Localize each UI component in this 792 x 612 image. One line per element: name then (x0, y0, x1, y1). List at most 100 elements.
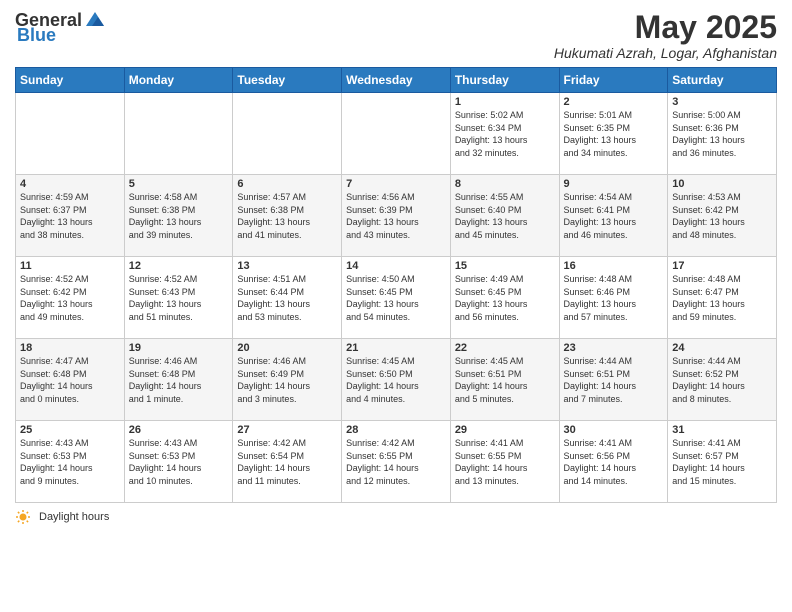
day-number: 23 (564, 342, 664, 354)
day-info: Sunrise: 4:41 AM Sunset: 6:57 PM Dayligh… (672, 437, 772, 487)
day-info: Sunrise: 4:54 AM Sunset: 6:41 PM Dayligh… (564, 191, 664, 241)
calendar-cell: 31Sunrise: 4:41 AM Sunset: 6:57 PM Dayli… (668, 421, 777, 503)
day-info: Sunrise: 4:55 AM Sunset: 6:40 PM Dayligh… (455, 191, 555, 241)
calendar-cell: 30Sunrise: 4:41 AM Sunset: 6:56 PM Dayli… (559, 421, 668, 503)
day-info: Sunrise: 4:41 AM Sunset: 6:55 PM Dayligh… (455, 437, 555, 487)
calendar-cell: 4Sunrise: 4:59 AM Sunset: 6:37 PM Daylig… (16, 175, 125, 257)
calendar-cell: 14Sunrise: 4:50 AM Sunset: 6:45 PM Dayli… (342, 257, 451, 339)
day-number: 29 (455, 424, 555, 436)
calendar-week-2: 4Sunrise: 4:59 AM Sunset: 6:37 PM Daylig… (16, 175, 777, 257)
day-number: 3 (672, 96, 772, 108)
day-info: Sunrise: 4:41 AM Sunset: 6:56 PM Dayligh… (564, 437, 664, 487)
day-info: Sunrise: 4:42 AM Sunset: 6:54 PM Dayligh… (237, 437, 337, 487)
day-number: 13 (237, 260, 337, 272)
day-info: Sunrise: 4:59 AM Sunset: 6:37 PM Dayligh… (20, 191, 120, 241)
calendar-cell: 2Sunrise: 5:01 AM Sunset: 6:35 PM Daylig… (559, 93, 668, 175)
day-number: 21 (346, 342, 446, 354)
day-number: 22 (455, 342, 555, 354)
day-number: 6 (237, 178, 337, 190)
day-header-tuesday: Tuesday (233, 68, 342, 93)
day-number: 30 (564, 424, 664, 436)
day-number: 8 (455, 178, 555, 190)
calendar-week-4: 18Sunrise: 4:47 AM Sunset: 6:48 PM Dayli… (16, 339, 777, 421)
day-number: 17 (672, 260, 772, 272)
title-section: May 2025 Hukumati Azrah, Logar, Afghanis… (554, 10, 777, 61)
day-info: Sunrise: 4:57 AM Sunset: 6:38 PM Dayligh… (237, 191, 337, 241)
calendar-cell: 1Sunrise: 5:02 AM Sunset: 6:34 PM Daylig… (450, 93, 559, 175)
calendar-cell: 7Sunrise: 4:56 AM Sunset: 6:39 PM Daylig… (342, 175, 451, 257)
calendar-cell: 23Sunrise: 4:44 AM Sunset: 6:51 PM Dayli… (559, 339, 668, 421)
day-number: 18 (20, 342, 120, 354)
day-number: 12 (129, 260, 229, 272)
calendar-cell: 24Sunrise: 4:44 AM Sunset: 6:52 PM Dayli… (668, 339, 777, 421)
day-info: Sunrise: 4:46 AM Sunset: 6:49 PM Dayligh… (237, 355, 337, 405)
day-info: Sunrise: 5:02 AM Sunset: 6:34 PM Dayligh… (455, 109, 555, 159)
day-info: Sunrise: 5:01 AM Sunset: 6:35 PM Dayligh… (564, 109, 664, 159)
day-info: Sunrise: 5:00 AM Sunset: 6:36 PM Dayligh… (672, 109, 772, 159)
day-number: 10 (672, 178, 772, 190)
day-info: Sunrise: 4:51 AM Sunset: 6:44 PM Dayligh… (237, 273, 337, 323)
day-number: 7 (346, 178, 446, 190)
day-info: Sunrise: 4:45 AM Sunset: 6:50 PM Dayligh… (346, 355, 446, 405)
day-number: 26 (129, 424, 229, 436)
calendar-cell: 27Sunrise: 4:42 AM Sunset: 6:54 PM Dayli… (233, 421, 342, 503)
calendar-week-3: 11Sunrise: 4:52 AM Sunset: 6:42 PM Dayli… (16, 257, 777, 339)
day-number: 15 (455, 260, 555, 272)
calendar: SundayMondayTuesdayWednesdayThursdayFrid… (15, 67, 777, 503)
day-info: Sunrise: 4:42 AM Sunset: 6:55 PM Dayligh… (346, 437, 446, 487)
calendar-week-5: 25Sunrise: 4:43 AM Sunset: 6:53 PM Dayli… (16, 421, 777, 503)
day-number: 27 (237, 424, 337, 436)
day-number: 11 (20, 260, 120, 272)
day-header-friday: Friday (559, 68, 668, 93)
day-number: 20 (237, 342, 337, 354)
day-info: Sunrise: 4:58 AM Sunset: 6:38 PM Dayligh… (129, 191, 229, 241)
calendar-week-1: 1Sunrise: 5:02 AM Sunset: 6:34 PM Daylig… (16, 93, 777, 175)
day-number: 9 (564, 178, 664, 190)
day-header-wednesday: Wednesday (342, 68, 451, 93)
day-number: 1 (455, 96, 555, 108)
day-info: Sunrise: 4:43 AM Sunset: 6:53 PM Dayligh… (20, 437, 120, 487)
day-number: 4 (20, 178, 120, 190)
calendar-cell: 15Sunrise: 4:49 AM Sunset: 6:45 PM Dayli… (450, 257, 559, 339)
sun-icon (15, 509, 31, 525)
day-info: Sunrise: 4:52 AM Sunset: 6:43 PM Dayligh… (129, 273, 229, 323)
calendar-cell: 10Sunrise: 4:53 AM Sunset: 6:42 PM Dayli… (668, 175, 777, 257)
calendar-cell: 25Sunrise: 4:43 AM Sunset: 6:53 PM Dayli… (16, 421, 125, 503)
calendar-cell: 20Sunrise: 4:46 AM Sunset: 6:49 PM Dayli… (233, 339, 342, 421)
calendar-cell: 28Sunrise: 4:42 AM Sunset: 6:55 PM Dayli… (342, 421, 451, 503)
main-title: May 2025 (554, 10, 777, 45)
day-number: 19 (129, 342, 229, 354)
day-header-saturday: Saturday (668, 68, 777, 93)
day-info: Sunrise: 4:50 AM Sunset: 6:45 PM Dayligh… (346, 273, 446, 323)
day-info: Sunrise: 4:47 AM Sunset: 6:48 PM Dayligh… (20, 355, 120, 405)
header: General Blue May 2025 Hukumati Azrah, Lo… (15, 10, 777, 61)
day-info: Sunrise: 4:53 AM Sunset: 6:42 PM Dayligh… (672, 191, 772, 241)
day-info: Sunrise: 4:45 AM Sunset: 6:51 PM Dayligh… (455, 355, 555, 405)
logo-icon (84, 10, 106, 28)
day-info: Sunrise: 4:52 AM Sunset: 6:42 PM Dayligh… (20, 273, 120, 323)
day-number: 25 (20, 424, 120, 436)
calendar-cell: 11Sunrise: 4:52 AM Sunset: 6:42 PM Dayli… (16, 257, 125, 339)
day-number: 14 (346, 260, 446, 272)
day-number: 5 (129, 178, 229, 190)
day-info: Sunrise: 4:46 AM Sunset: 6:48 PM Dayligh… (129, 355, 229, 405)
calendar-cell: 5Sunrise: 4:58 AM Sunset: 6:38 PM Daylig… (124, 175, 233, 257)
calendar-cell: 21Sunrise: 4:45 AM Sunset: 6:50 PM Dayli… (342, 339, 451, 421)
day-number: 31 (672, 424, 772, 436)
subtitle: Hukumati Azrah, Logar, Afghanistan (554, 45, 777, 61)
day-number: 28 (346, 424, 446, 436)
calendar-header-row: SundayMondayTuesdayWednesdayThursdayFrid… (16, 68, 777, 93)
day-number: 16 (564, 260, 664, 272)
day-info: Sunrise: 4:44 AM Sunset: 6:52 PM Dayligh… (672, 355, 772, 405)
day-info: Sunrise: 4:43 AM Sunset: 6:53 PM Dayligh… (129, 437, 229, 487)
page: General Blue May 2025 Hukumati Azrah, Lo… (0, 0, 792, 612)
calendar-cell: 17Sunrise: 4:48 AM Sunset: 6:47 PM Dayli… (668, 257, 777, 339)
day-header-monday: Monday (124, 68, 233, 93)
day-header-sunday: Sunday (16, 68, 125, 93)
calendar-cell: 18Sunrise: 4:47 AM Sunset: 6:48 PM Dayli… (16, 339, 125, 421)
day-number: 2 (564, 96, 664, 108)
calendar-cell (233, 93, 342, 175)
footer-label: Daylight hours (39, 511, 109, 523)
day-info: Sunrise: 4:56 AM Sunset: 6:39 PM Dayligh… (346, 191, 446, 241)
calendar-cell: 12Sunrise: 4:52 AM Sunset: 6:43 PM Dayli… (124, 257, 233, 339)
